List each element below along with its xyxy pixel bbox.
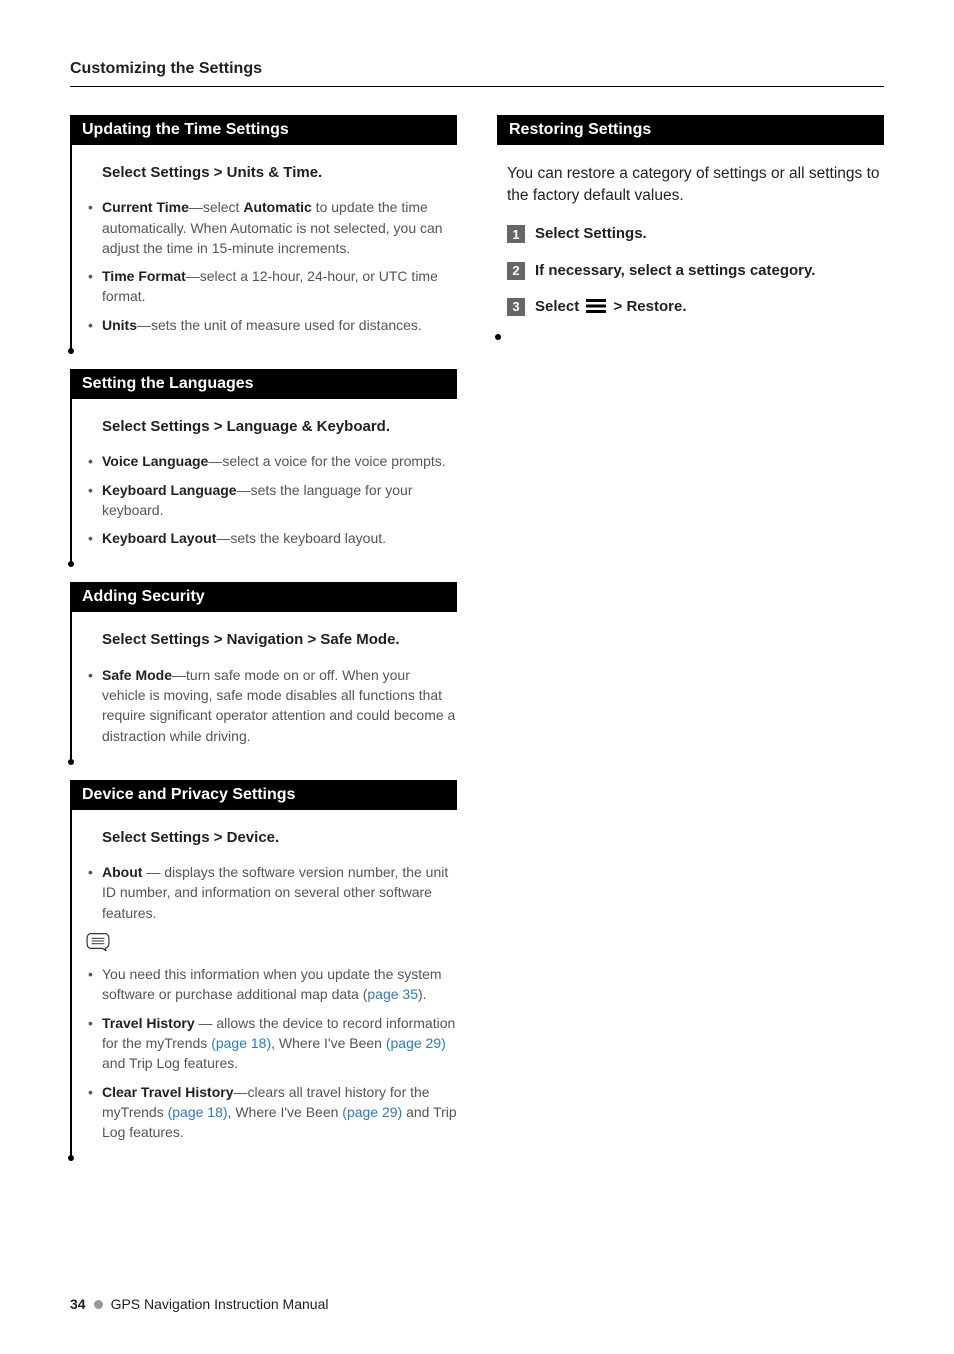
step-3: 3 Select > Restore. (507, 297, 884, 317)
step-text: If necessary, select a settings category… (535, 261, 815, 281)
text: —sets the keyboard layout. (216, 530, 386, 546)
restore-intro: You can restore a category of settings o… (507, 163, 884, 206)
bullet-list-lang: Voice Language—select a voice for the vo… (80, 451, 457, 548)
step-1: 1 Select Settings. (507, 224, 884, 244)
section-title-lang: Setting the Languages (70, 369, 457, 399)
page-footer: 34 GPS Navigation Instruction Manual (70, 1296, 328, 1312)
text: Select (535, 298, 583, 315)
list-item: Clear Travel History—clears all travel h… (88, 1082, 457, 1143)
text: ). (418, 986, 427, 1002)
note-icon (86, 931, 457, 956)
term: Current Time (102, 199, 189, 215)
term: Clear Travel History (102, 1084, 234, 1100)
content-columns: Updating the Time Settings Select Settin… (70, 115, 884, 1176)
step-number: 3 (507, 298, 525, 316)
text: and Trip Log features. (102, 1055, 238, 1071)
instruction-device: Select Settings > Device. (102, 828, 457, 848)
instruction-security: Select Settings > Navigation > Safe Mode… (102, 630, 457, 650)
instruction-time: Select Settings > Units & Time. (102, 163, 457, 183)
page-number: 34 (70, 1296, 86, 1312)
bullet-list-security: Safe Mode—turn safe mode on or off. When… (80, 665, 457, 746)
text: , Where I've Been (271, 1035, 386, 1051)
term: Units (102, 317, 137, 333)
term: Keyboard Language (102, 482, 237, 498)
page-link[interactable]: (page 18) (168, 1104, 228, 1120)
footer-title: GPS Navigation Instruction Manual (111, 1296, 329, 1312)
section-lang: Select Settings > Language & Keyboard. V… (70, 417, 457, 564)
footer-dot-icon (94, 1300, 103, 1309)
list-item: Units—sets the unit of measure used for … (88, 315, 457, 335)
list-item: Keyboard Layout—sets the keyboard layout… (88, 528, 457, 548)
bullet-list-device-2: You need this information when you updat… (80, 964, 457, 1142)
term: About (102, 864, 142, 880)
bullet-list-device: About — displays the software version nu… (80, 862, 457, 923)
page-link[interactable]: (page 29) (386, 1035, 446, 1051)
list-item: Travel History — allows the device to re… (88, 1013, 457, 1074)
page-link[interactable]: (page 29) (342, 1104, 402, 1120)
section-title-security: Adding Security (70, 582, 457, 612)
page-link[interactable]: (page 18) (211, 1035, 271, 1051)
list-item: You need this information when you updat… (88, 964, 457, 1005)
list-item: Time Format—select a 12-hour, 24-hour, o… (88, 266, 457, 307)
section-restore: You can restore a category of settings o… (497, 163, 884, 337)
instruction-lang: Select Settings > Language & Keyboard. (102, 417, 457, 437)
list-item: About — displays the software version nu… (88, 862, 457, 923)
step-number: 2 (507, 262, 525, 280)
step-text: Select Settings. (535, 224, 647, 244)
menu-icon (586, 297, 606, 317)
bullet-list-time: Current Time—select Automatic to update … (80, 197, 457, 335)
right-column: Restoring Settings You can restore a cat… (497, 115, 884, 1176)
text: —sets the unit of measure used for dista… (137, 317, 422, 333)
text: —select a voice for the voice prompts. (208, 453, 445, 469)
text: > Restore. (609, 298, 686, 315)
page-link[interactable]: page 35 (367, 986, 418, 1002)
list-item: Safe Mode—turn safe mode on or off. When… (88, 665, 457, 746)
section-device: Select Settings > Device. About — displa… (70, 828, 457, 1159)
text: , Where I've Been (228, 1104, 343, 1120)
page-header: Customizing the Settings (70, 60, 884, 87)
section-title-restore: Restoring Settings (497, 115, 884, 145)
term: Travel History (102, 1015, 195, 1031)
step-text: Select > Restore. (535, 297, 687, 317)
list-item: Current Time—select Automatic to update … (88, 197, 457, 258)
step-2: 2 If necessary, select a settings catego… (507, 261, 884, 281)
step-number: 1 (507, 225, 525, 243)
section-title-time: Updating the Time Settings (70, 115, 457, 145)
text: —select (189, 199, 243, 215)
term: Voice Language (102, 453, 208, 469)
section-security: Select Settings > Navigation > Safe Mode… (70, 630, 457, 761)
text: — displays the software version number, … (102, 864, 448, 921)
section-time: Select Settings > Units & Time. Current … (70, 163, 457, 351)
term: Safe Mode (102, 667, 172, 683)
list-item: Voice Language—select a voice for the vo… (88, 451, 457, 471)
list-item: Keyboard Language—sets the language for … (88, 480, 457, 521)
term: Automatic (243, 199, 311, 215)
term: Time Format (102, 268, 186, 284)
section-title-device: Device and Privacy Settings (70, 780, 457, 810)
term: Keyboard Layout (102, 530, 216, 546)
left-column: Updating the Time Settings Select Settin… (70, 115, 457, 1176)
